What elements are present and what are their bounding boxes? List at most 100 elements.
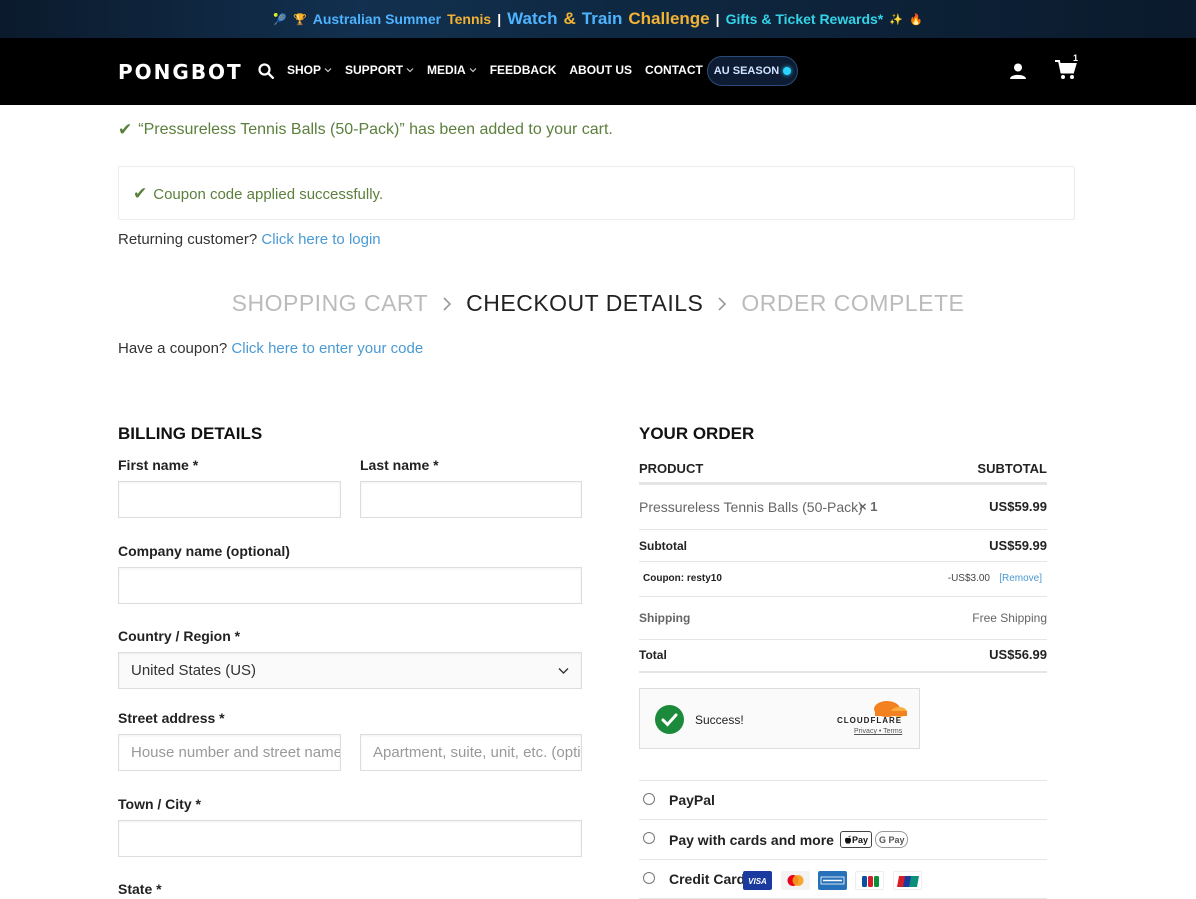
google-pay-badge: G Pay bbox=[874, 831, 909, 848]
sparkle-icon: ✨ bbox=[889, 13, 903, 26]
promo-separator-2: | bbox=[715, 11, 720, 27]
apple-icon bbox=[844, 835, 851, 844]
have-coupon-notice: Have a coupon? Click here to enter your … bbox=[118, 340, 423, 357]
total-row: Total US$56.99 bbox=[639, 640, 1047, 673]
mastercard-icon bbox=[781, 871, 810, 890]
chevron-down-icon bbox=[469, 68, 477, 73]
promo-text-4: & bbox=[563, 9, 576, 28]
success-check-icon bbox=[655, 705, 684, 734]
added-to-cart-text: “Pressureless Tennis Balls (50-Pack)” ha… bbox=[138, 121, 613, 138]
order-item-row: Pressureless Tennis Balls (50-Pack) × 1 … bbox=[639, 485, 1047, 530]
paypal-radio[interactable] bbox=[643, 793, 655, 805]
nav-item-contact[interactable]: CONTACT bbox=[645, 63, 703, 77]
promo-separator-1: | bbox=[497, 11, 502, 27]
order-item-price: US$59.99 bbox=[989, 499, 1047, 514]
user-account-icon[interactable] bbox=[1009, 62, 1027, 80]
coupon-label: Coupon: resty10 bbox=[643, 573, 722, 584]
coupon-discount-value: -US$3.00 bbox=[947, 573, 990, 584]
chevron-down-icon bbox=[558, 667, 569, 674]
trophy-icon: 🏆 bbox=[293, 13, 307, 26]
cart-count-badge: 1 bbox=[1073, 53, 1079, 63]
step-checkout-details[interactable]: CHECKOUT DETAILS bbox=[466, 290, 703, 317]
payment-option-credit-card[interactable]: Credit Card VISA bbox=[639, 859, 1047, 899]
order-table-header: PRODUCT SUBTOTAL bbox=[639, 420, 1047, 485]
last-name-input[interactable] bbox=[360, 481, 582, 518]
nav-item-support[interactable]: SUPPORT bbox=[345, 63, 414, 77]
promo-text-2: Tennis bbox=[447, 11, 492, 27]
enter-coupon-link[interactable]: Click here to enter your code bbox=[231, 340, 423, 357]
search-icon[interactable] bbox=[258, 63, 274, 79]
payment-option-paypal[interactable]: PayPal bbox=[639, 780, 1047, 819]
credit-card-label: Credit Card bbox=[669, 871, 746, 887]
nav-item-label: SUPPORT bbox=[345, 63, 404, 77]
american-express-icon bbox=[818, 871, 847, 890]
unionpay-icon bbox=[893, 871, 922, 890]
street-address-input[interactable]: House number and street name bbox=[118, 734, 341, 771]
promo-banner[interactable]: 🎾 🏆 Australian Summer Tennis | Watch & T… bbox=[0, 0, 1196, 38]
au-season-button[interactable]: AU SEASON bbox=[707, 56, 798, 86]
country-select[interactable]: United States (US) bbox=[118, 652, 582, 689]
street-address-label: Street address * bbox=[118, 710, 225, 726]
nav-item-label: FEEDBACK bbox=[489, 63, 557, 77]
turnstile-privacy-terms-links[interactable]: Privacy • Terms bbox=[854, 728, 902, 735]
order-item-quantity: × 1 bbox=[859, 499, 878, 514]
checkout-steps: SHOPPING CART CHECKOUT DETAILS ORDER COM… bbox=[0, 290, 1196, 317]
checkmark-icon: ✔ bbox=[133, 184, 148, 203]
cards-and-more-label-group: Pay with cards and more Pay G Pay bbox=[669, 831, 909, 848]
glow-dot-icon bbox=[783, 67, 792, 75]
checkmark-icon: ✔ bbox=[118, 120, 133, 139]
paypal-label: PayPal bbox=[669, 792, 715, 808]
shipping-value: Free Shipping bbox=[972, 611, 1047, 625]
apartment-input[interactable]: Apartment, suite, unit, etc. (optional) bbox=[360, 734, 582, 771]
promo-text-7: Gifts & Ticket Rewards* bbox=[725, 11, 884, 27]
subtotal-label: Subtotal bbox=[639, 539, 687, 553]
cloudflare-logo-icon bbox=[874, 701, 907, 717]
step-shopping-cart[interactable]: SHOPPING CART bbox=[232, 290, 429, 317]
pongbot-logo[interactable]: PONGBOT bbox=[118, 60, 243, 84]
state-label: State * bbox=[118, 881, 162, 897]
cloudflare-turnstile-widget[interactable]: Success! CLOUDFLARE Privacy • Terms bbox=[639, 688, 920, 749]
country-label: Country / Region * bbox=[118, 628, 241, 644]
apple-pay-badge: Pay bbox=[839, 831, 872, 848]
added-to-cart-notice: ✔ “Pressureless Tennis Balls (50-Pack)” … bbox=[118, 120, 613, 140]
first-name-label: First name * bbox=[118, 457, 199, 473]
turnstile-status: Success! bbox=[695, 713, 744, 727]
payment-option-cards-and-more[interactable]: Pay with cards and more Pay G Pay bbox=[639, 819, 1047, 859]
login-link[interactable]: Click here to login bbox=[261, 231, 380, 248]
remove-coupon-link[interactable]: [Remove] bbox=[999, 573, 1042, 584]
promo-text-3: Watch bbox=[507, 9, 558, 28]
nav-item-label: ABOUT US bbox=[569, 63, 633, 77]
nav-item-feedback[interactable]: FEEDBACK bbox=[490, 63, 557, 77]
cards-and-more-label: Pay with cards and more bbox=[669, 831, 834, 848]
au-season-label: AU SEASON bbox=[713, 65, 780, 77]
nav-item-shop[interactable]: SHOP bbox=[287, 63, 332, 77]
order-item-name: Pressureless Tennis Balls (50-Pack) bbox=[639, 499, 863, 515]
country-select-value: United States (US) bbox=[131, 662, 257, 679]
fire-icon: 🔥 bbox=[908, 13, 923, 26]
nav-item-media[interactable]: MEDIA bbox=[427, 63, 477, 77]
nav-menu: SHOP SUPPORT MEDIA FEEDBACK ABOUT US CON… bbox=[287, 63, 716, 77]
town-city-input[interactable] bbox=[118, 820, 582, 857]
coupon-row: Coupon: resty10 -US$3.00 [Remove] bbox=[639, 562, 1047, 597]
cart-icon[interactable] bbox=[1055, 60, 1077, 80]
first-name-input[interactable] bbox=[118, 481, 341, 518]
nav-item-label: CONTACT bbox=[645, 63, 703, 77]
nav-item-about-us[interactable]: ABOUT US bbox=[569, 63, 632, 77]
chevron-down-icon bbox=[406, 68, 414, 73]
town-city-label: Town / City * bbox=[118, 796, 201, 812]
credit-card-radio[interactable] bbox=[643, 872, 655, 884]
main-navigation: PONGBOT SHOP SUPPORT MEDIA FEEDBACK ABOU… bbox=[0, 38, 1196, 105]
promo-text-5: Train bbox=[581, 9, 623, 28]
nav-item-label: MEDIA bbox=[427, 63, 466, 77]
apple-pay-text: Pay bbox=[851, 834, 868, 845]
company-name-input[interactable] bbox=[118, 567, 582, 604]
cloudflare-wordmark: CLOUDFLARE bbox=[837, 716, 903, 725]
billing-details-heading: BILLING DETAILS bbox=[118, 424, 263, 443]
subtotal-value: US$59.99 bbox=[989, 538, 1047, 553]
cards-and-more-radio[interactable] bbox=[643, 832, 655, 844]
svg-text:VISA: VISA bbox=[748, 877, 767, 886]
product-column-header: PRODUCT bbox=[639, 461, 704, 476]
shipping-row: Shipping Free Shipping bbox=[639, 597, 1047, 640]
coupon-applied-text: Coupon code applied successfully. bbox=[153, 185, 384, 203]
subtotal-row: Subtotal US$59.99 bbox=[639, 530, 1047, 562]
